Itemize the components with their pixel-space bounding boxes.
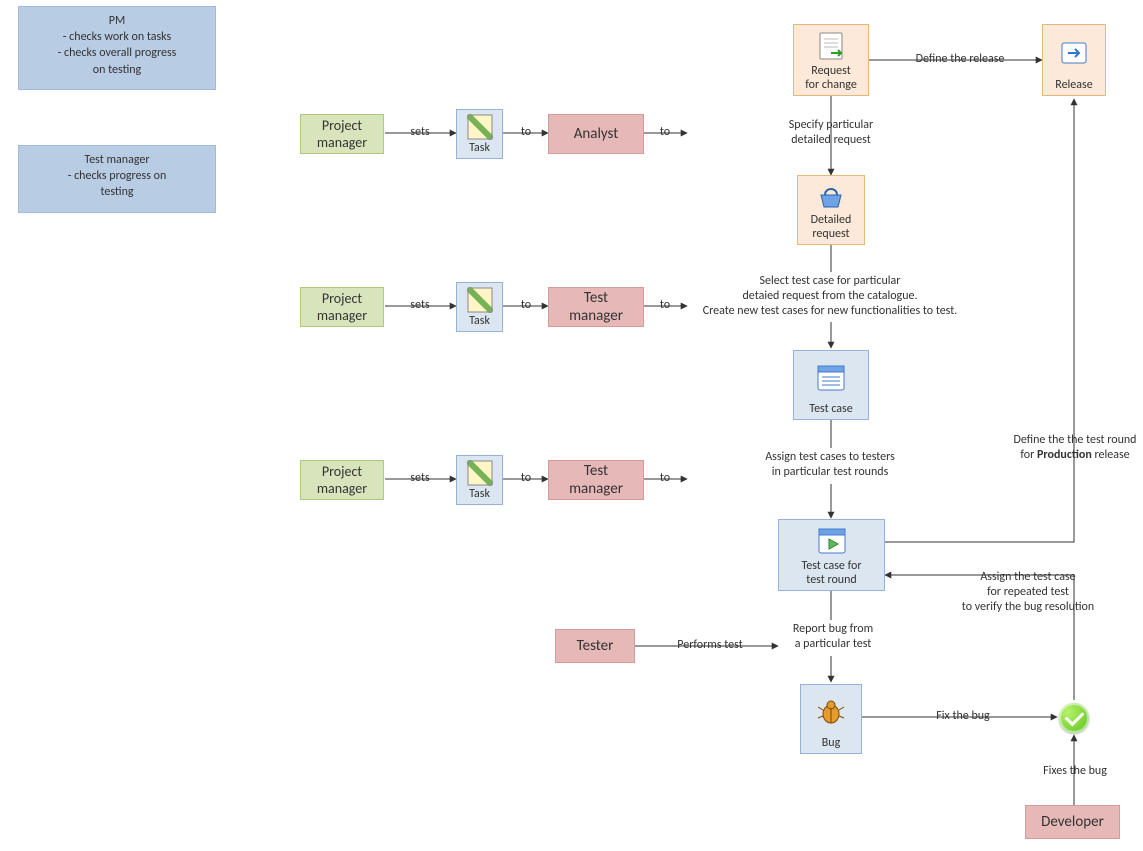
- role-developer: Developer: [1025, 805, 1120, 839]
- note-test-manager: Test manager - checks progress on testin…: [18, 145, 216, 213]
- edge-fixes-the-bug: Fixes the bug: [1035, 764, 1115, 779]
- note-pm-l2: - checks overall progress: [27, 45, 207, 61]
- task-label: Task: [469, 315, 490, 329]
- bug-label: Bug: [822, 737, 840, 751]
- test-case-for-round-label: Test case for test round: [801, 560, 861, 588]
- edge-select-catalogue: Select test case for particular detaied …: [685, 274, 975, 319]
- role-tester: Tester: [555, 629, 635, 663]
- window-list-icon: [798, 355, 864, 401]
- edge-assign-testers: Assign test cases to testers in particul…: [745, 450, 915, 480]
- role-project-manager-1: Project manager: [300, 114, 384, 154]
- object-task-1: Task: [456, 109, 503, 159]
- role-project-manager-2: Project manager: [300, 287, 384, 327]
- document-arrow-icon: [798, 29, 864, 63]
- role-test-manager-1: Test manager: [548, 287, 644, 327]
- note-pm-l1: - checks work on tasks: [27, 29, 207, 45]
- edge-define-production-c: release: [1092, 448, 1130, 462]
- edge-define-production-b: Production: [1037, 448, 1092, 462]
- task-icon: [461, 114, 498, 140]
- edge-report-bug: Report bug from a particular test: [773, 622, 893, 652]
- edge-define-release: Define the release: [900, 52, 1020, 67]
- edge-to-3b: to: [655, 471, 675, 486]
- basket-icon: [802, 180, 860, 212]
- edge-to-2a: to: [516, 298, 536, 313]
- object-release: Release: [1042, 24, 1106, 96]
- edge-sets-2: sets: [400, 298, 440, 313]
- check-icon: [1059, 703, 1089, 733]
- note-pm-l3: on testing: [27, 62, 207, 78]
- object-task-2: Task: [456, 282, 503, 332]
- edge-define-production: Define the the test round for Production…: [1000, 418, 1143, 463]
- edge-fix-the-bug: Fix the bug: [918, 709, 1008, 724]
- object-bug: Bug: [800, 684, 862, 754]
- task-label: Task: [469, 488, 490, 502]
- note-tm-title: Test manager: [27, 152, 207, 168]
- edge-to-3a: to: [516, 471, 536, 486]
- object-test-case: Test case: [793, 350, 869, 420]
- edge-to-2b: to: [655, 298, 675, 313]
- edge-assign-repeated: Assign the test case for repeated test t…: [928, 570, 1128, 615]
- release-arrow-icon: [1047, 29, 1101, 77]
- window-play-icon: [783, 524, 880, 558]
- note-pm-title: PM: [27, 13, 207, 29]
- role-test-manager-2: Test manager: [548, 460, 644, 500]
- task-label: Task: [469, 142, 490, 156]
- task-icon: [461, 287, 498, 313]
- edge-sets-1: sets: [400, 125, 440, 140]
- edge-performs-test: Performs test: [660, 638, 760, 653]
- task-icon: [461, 460, 498, 486]
- bug-icon: [805, 689, 857, 735]
- edge-to-1b: to: [655, 125, 675, 140]
- note-pm: PM - checks work on tasks - checks overa…: [18, 6, 216, 90]
- edge-sets-3: sets: [400, 471, 440, 486]
- release-label: Release: [1055, 79, 1092, 93]
- test-case-label: Test case: [809, 403, 852, 417]
- detailed-request-label: Detailed request: [811, 214, 852, 242]
- object-test-case-for-round: Test case for test round: [778, 519, 885, 591]
- diagram-canvas: PM - checks work on tasks - checks overa…: [0, 0, 1143, 851]
- edge-specify-detailed: Specify particular detailed request: [760, 118, 902, 148]
- object-request-for-change: Request for change: [793, 24, 869, 96]
- request-for-change-label: Request for change: [805, 65, 857, 93]
- note-tm-l1: - checks progress on: [27, 168, 207, 184]
- object-task-3: Task: [456, 455, 503, 505]
- role-project-manager-3: Project manager: [300, 460, 384, 500]
- edge-to-1a: to: [516, 125, 536, 140]
- object-detailed-request: Detailed request: [797, 175, 865, 245]
- role-analyst: Analyst: [548, 114, 644, 154]
- note-tm-l2: testing: [27, 184, 207, 200]
